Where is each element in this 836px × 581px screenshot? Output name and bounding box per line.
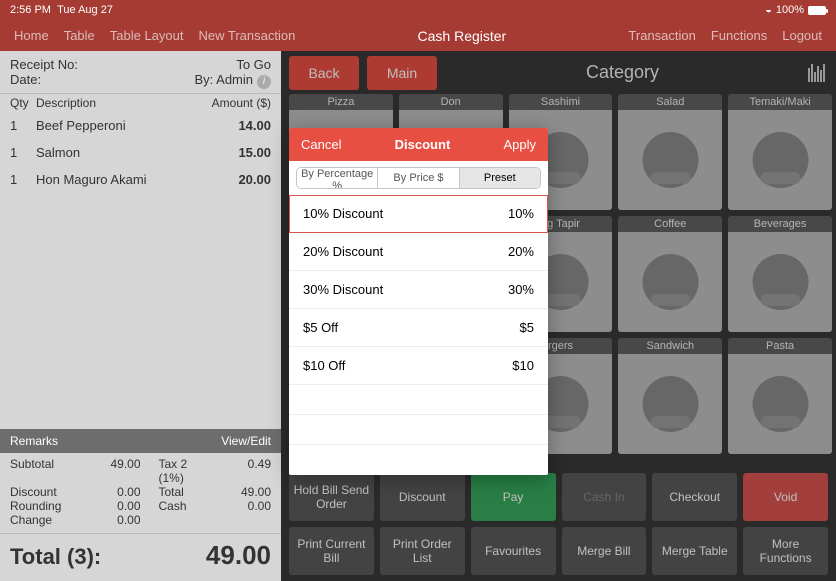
- preset-label: $5 Off: [303, 320, 338, 335]
- line-amount: 20.00: [191, 172, 271, 187]
- subtotal-label: Subtotal: [10, 457, 75, 485]
- rounding-label: Rounding: [10, 499, 75, 513]
- status-time: 2:56 PM: [10, 4, 51, 16]
- tax-value: 0.49: [206, 457, 271, 485]
- receipt-line[interactable]: 1Salmon15.00: [0, 139, 281, 166]
- preset-value: $5: [520, 320, 534, 335]
- discount-label: Discount: [10, 485, 75, 499]
- nav-table[interactable]: Table: [64, 28, 95, 43]
- remarks-label: Remarks: [10, 434, 58, 448]
- battery-icon: [808, 6, 826, 15]
- tab-by-price[interactable]: By Price $: [378, 168, 459, 188]
- preset-value: $10: [512, 358, 534, 373]
- line-qty: 1: [10, 172, 36, 187]
- cash-label: Cash: [141, 499, 206, 513]
- nav-table-layout[interactable]: Table Layout: [110, 28, 184, 43]
- change-value: 0.00: [75, 513, 140, 527]
- grand-total-label: Total (3):: [10, 544, 101, 570]
- line-qty: 1: [10, 145, 36, 160]
- line-amount: 15.00: [191, 145, 271, 160]
- preset-value: 30%: [508, 282, 534, 297]
- discount-mode-segment: By Percentage % By Price $ Preset: [296, 167, 541, 189]
- preset-row[interactable]: 30% Discount 30%: [289, 271, 548, 309]
- discount-popup: Cancel Discount Apply By Percentage % By…: [289, 128, 548, 475]
- popup-title: Discount: [395, 137, 451, 152]
- popup-cancel[interactable]: Cancel: [301, 137, 341, 152]
- info-icon[interactable]: i: [257, 75, 271, 89]
- preset-blank-row: [289, 415, 548, 445]
- discount-value: 0.00: [75, 485, 140, 499]
- receipt-by: By: Admin: [194, 72, 253, 87]
- status-bar: 2:56 PM Tue Aug 27 ◒ 100%: [0, 0, 836, 20]
- receipt-togo: To Go: [236, 57, 271, 72]
- preset-blank-row: [289, 385, 548, 415]
- preset-label: 30% Discount: [303, 282, 383, 297]
- receipt-date-label: Date:: [10, 72, 41, 89]
- nav-transaction[interactable]: Transaction: [628, 28, 695, 43]
- wifi-icon: ◒: [765, 4, 772, 16]
- preset-label: $10 Off: [303, 358, 345, 373]
- preset-label: 10% Discount: [303, 206, 383, 221]
- nav-title: Cash Register: [309, 28, 614, 44]
- total-value: 49.00: [206, 485, 271, 499]
- col-desc: Description: [36, 96, 191, 110]
- cash-value: 0.00: [206, 499, 271, 513]
- line-desc: Salmon: [36, 145, 191, 160]
- line-qty: 1: [10, 118, 36, 133]
- nav-home[interactable]: Home: [14, 28, 49, 43]
- subtotal-value: 49.00: [75, 457, 140, 485]
- tab-preset[interactable]: Preset: [460, 168, 540, 188]
- preset-row[interactable]: $10 Off $10: [289, 347, 548, 385]
- line-desc: Hon Maguro Akami: [36, 172, 191, 187]
- nav-bar: Home Table Table Layout New Transaction …: [0, 20, 836, 51]
- receipt-line[interactable]: 1Beef Pepperoni14.00: [0, 112, 281, 139]
- change-label: Change: [10, 513, 75, 527]
- tax-label: Tax 2 (1%): [141, 457, 206, 485]
- nav-functions[interactable]: Functions: [711, 28, 767, 43]
- preset-blank-row: [289, 445, 548, 475]
- line-amount: 14.00: [191, 118, 271, 133]
- remarks-view-edit[interactable]: View/Edit: [221, 434, 271, 448]
- popup-apply[interactable]: Apply: [503, 137, 536, 152]
- line-desc: Beef Pepperoni: [36, 118, 191, 133]
- receipt-panel: Receipt No: To Go Date: By: Admin i Qty Des…: [0, 51, 281, 581]
- receipt-no-label: Receipt No:: [10, 57, 78, 72]
- preset-value: 10%: [508, 206, 534, 221]
- battery-pct: 100%: [776, 4, 804, 16]
- col-qty: Qty: [10, 96, 36, 110]
- col-amount: Amount ($): [191, 96, 271, 110]
- preset-row[interactable]: 20% Discount 20%: [289, 233, 548, 271]
- preset-row[interactable]: $5 Off $5: [289, 309, 548, 347]
- preset-row[interactable]: 10% Discount 10%: [289, 195, 548, 233]
- status-date: Tue Aug 27: [57, 4, 113, 16]
- nav-logout[interactable]: Logout: [782, 28, 822, 43]
- rounding-value: 0.00: [75, 499, 140, 513]
- receipt-line[interactable]: 1Hon Maguro Akami20.00: [0, 166, 281, 193]
- grand-total-value: 49.00: [206, 540, 271, 571]
- preset-label: 20% Discount: [303, 244, 383, 259]
- tab-by-percentage[interactable]: By Percentage %: [297, 168, 378, 188]
- total-label: Total: [141, 485, 206, 499]
- preset-value: 20%: [508, 244, 534, 259]
- nav-new-transaction[interactable]: New Transaction: [199, 28, 296, 43]
